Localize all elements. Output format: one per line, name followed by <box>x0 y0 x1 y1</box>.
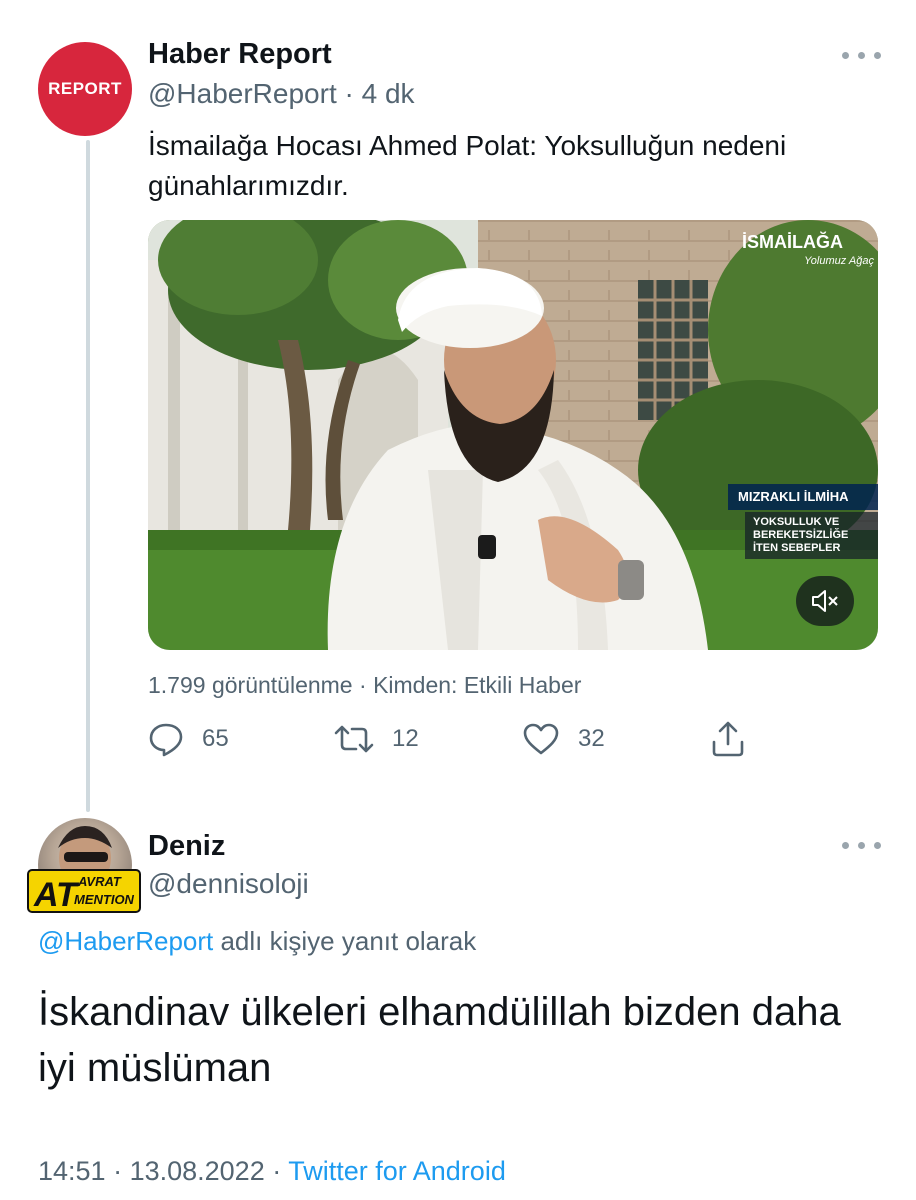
heart-icon <box>523 723 559 755</box>
author-handle-line: @HaberReport · 4 dk <box>148 78 415 109</box>
author-name[interactable]: Haber Report <box>148 38 332 71</box>
tweet-text: İsmailağa Hocası Ahmed Polat: Yoksulluğu… <box>148 130 787 201</box>
tweet-time[interactable]: 4 dk <box>362 78 415 109</box>
reply-source[interactable]: Twitter for Android <box>288 1156 506 1186</box>
more-options-icon[interactable] <box>840 46 884 64</box>
avatar[interactable]: REPORT <box>38 42 132 136</box>
sticker-big-text: AT <box>33 876 80 914</box>
reply-button[interactable]: 65 <box>148 716 229 762</box>
share-icon <box>712 721 744 757</box>
replying-to-label: adlı kişiye yanıt olarak <box>213 926 477 956</box>
sticker-top-text: AVRAT <box>77 874 122 889</box>
reply-meta: 14:51 · 13.08.2022 · Twitter for Android <box>38 1156 506 1186</box>
replying-to-mention[interactable]: @HaberReport <box>38 926 213 956</box>
channel-logo-text: İSMAİLAĞA <box>742 232 843 252</box>
like-button[interactable]: 32 <box>522 716 605 762</box>
retweet-icon <box>334 725 374 753</box>
video-frame <box>148 220 878 650</box>
lower-third-subtitle: YOKSULLUK VE BEREKETSİZLİĞE İTEN SEBEPLE… <box>745 512 878 559</box>
video-media[interactable] <box>148 220 878 650</box>
tweet-stats: 1.799 görüntülenme · Kimden: Etkili Habe… <box>148 672 582 698</box>
reply-date[interactable]: 13.08.2022 <box>130 1156 265 1186</box>
tweet-from[interactable]: Kimden: Etkili Haber <box>373 672 581 698</box>
reply-avatar[interactable]: AT AVRAT MENTION <box>27 818 141 918</box>
sticker-bottom-text: MENTION <box>74 892 135 907</box>
author-handle[interactable]: @HaberReport <box>148 78 337 109</box>
share-button[interactable] <box>710 716 746 762</box>
mute-button[interactable] <box>796 576 854 626</box>
retweet-button[interactable]: 12 <box>334 716 419 762</box>
reply-count: 65 <box>202 725 229 752</box>
replying-to: @HaberReport adlı kişiye yanıt olarak <box>38 926 476 957</box>
channel-logo-subtext: Yolumuz Ağaç <box>804 255 874 267</box>
lower-third-line: BEREKETSİZLİĞE <box>753 529 849 541</box>
avatar-label: REPORT <box>48 79 122 98</box>
retweet-count: 12 <box>392 725 419 752</box>
lower-third-line: YOKSULLUK VE <box>753 516 840 528</box>
speaker-mute-icon <box>812 590 838 612</box>
thread-connector-line <box>86 140 90 812</box>
avatar-sticker: AT AVRAT MENTION <box>27 869 141 914</box>
more-options-icon[interactable] <box>840 836 884 854</box>
reply-icon <box>149 723 183 757</box>
reply-text: İskandinav ülkeleri elhamdülillah bizden… <box>38 990 841 1090</box>
reply-author-handle[interactable]: @dennisoloji <box>148 868 309 900</box>
lower-third-title: MIZRAKLI İLMİHA <box>728 484 878 510</box>
lower-third-line: İTEN SEBEPLER <box>753 542 841 554</box>
view-count: 1.799 görüntülenme <box>148 672 353 698</box>
like-count: 32 <box>578 725 605 752</box>
channel-logo: İSMAİLAĞA Yolumuz Ağaç <box>742 232 874 267</box>
reply-author-name[interactable]: Deniz <box>148 830 225 863</box>
reply-time[interactable]: 14:51 <box>38 1156 106 1186</box>
